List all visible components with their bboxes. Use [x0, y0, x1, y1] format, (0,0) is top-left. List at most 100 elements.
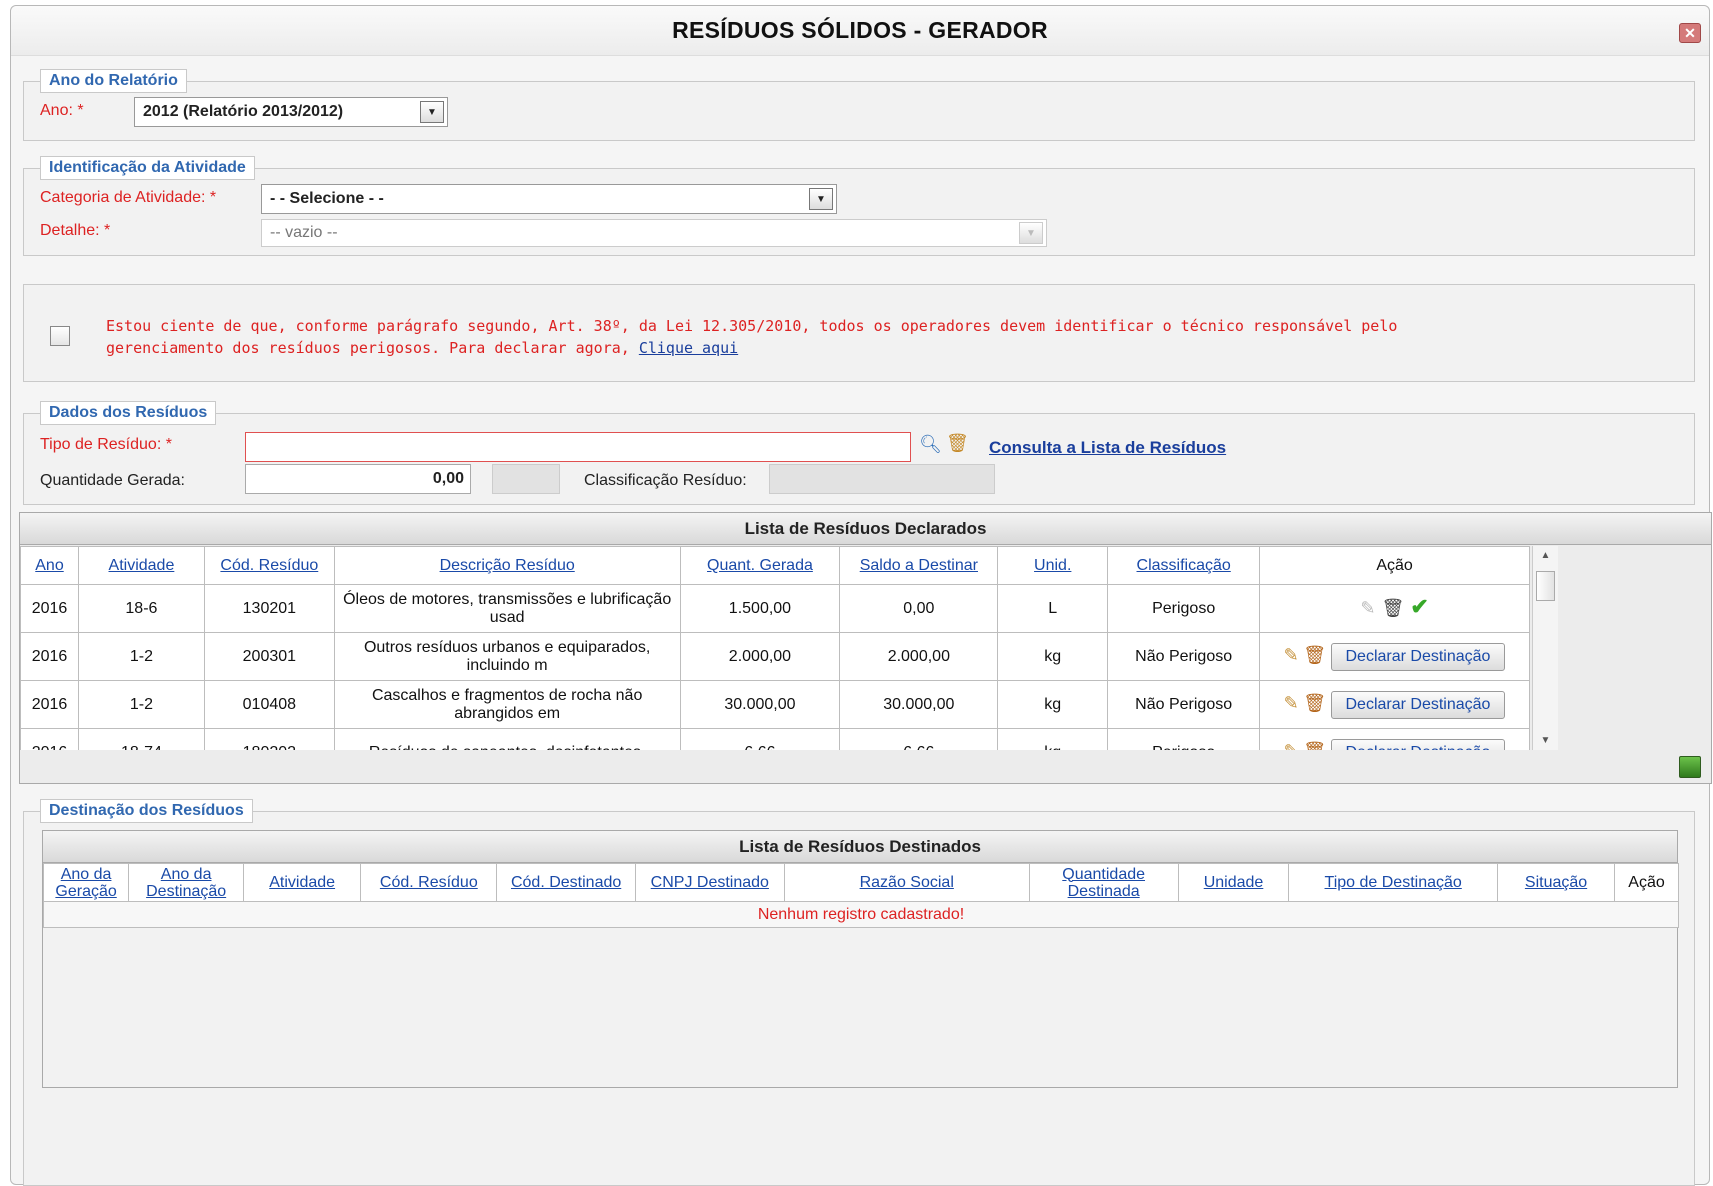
categoria-select-value: - - Selecione - -	[270, 190, 384, 207]
cell-ano: 2016	[20, 584, 79, 633]
destinados-title: Lista de Resíduos Destinados	[43, 831, 1677, 863]
dados-legend: Dados dos Resíduos	[40, 401, 217, 425]
empty-message: Nenhum registro cadastrado!	[43, 901, 1679, 928]
scroll-thumb[interactable]	[1536, 571, 1555, 601]
col-atividade[interactable]: Atividade	[77, 546, 205, 585]
cell-ano: 2016	[20, 728, 79, 750]
identificacao-section: Identificação da Atividade Categoria de …	[23, 156, 1695, 256]
detalhe-select-value: -- vazio --	[270, 224, 338, 241]
declarados-title: Lista de Resíduos Declarados	[20, 513, 1711, 545]
export-excel-icon[interactable]	[1679, 756, 1701, 778]
cell-atividade: 1-2	[77, 680, 205, 729]
cell-cod: 180202	[203, 728, 335, 750]
col-atividade[interactable]: Atividade	[243, 863, 362, 902]
col-situacao[interactable]: Situação	[1496, 863, 1616, 902]
dialog-window: RESÍDUOS SÓLIDOS - GERADOR ✕ Ano do Rela…	[10, 5, 1712, 1186]
cell-unid: kg	[997, 632, 1109, 681]
col-cnpj[interactable]: CNPJ Destinado	[634, 863, 785, 902]
col-cod-residuo[interactable]: Cód. Resíduo	[360, 863, 498, 902]
trash-icon[interactable]: 🗑︎	[1303, 645, 1326, 665]
table-row: 2016 1-2 200301 Outros resíduos urbanos …	[20, 632, 1530, 681]
col-tipo-destinacao[interactable]: Tipo de Destinação	[1288, 863, 1498, 902]
col-classificacao[interactable]: Classificação	[1107, 546, 1261, 585]
cell-saldo: 0,00	[839, 584, 999, 633]
col-ano[interactable]: Ano	[20, 546, 79, 585]
col-cod-destinado[interactable]: Cód. Destinado	[496, 863, 636, 902]
col-razao-social[interactable]: Razão Social	[783, 863, 1030, 902]
cell-unid: kg	[997, 680, 1109, 729]
cell-acao: ✎ 🗑︎ ✔	[1259, 584, 1530, 633]
quantidade-label: Quantidade Gerada:	[40, 472, 185, 489]
cell-acao: ✎ 🗑︎ Declarar Destinação	[1259, 632, 1530, 681]
aviso-checkbox[interactable]	[50, 326, 70, 346]
scroll-down-icon[interactable]: ▼	[1533, 735, 1558, 746]
trash-icon[interactable]: 🗑︎	[1303, 693, 1326, 713]
edit-icon[interactable]: ✎	[1284, 741, 1299, 751]
col-descricao[interactable]: Descrição Resíduo	[333, 546, 681, 585]
cell-quant: 6,66	[679, 728, 841, 750]
declarados-table: Ano Atividade Cód. Resíduo Descrição Res…	[20, 546, 1530, 750]
trash-icon[interactable]: 🗑︎	[1303, 741, 1326, 751]
cell-unid: L	[997, 584, 1109, 633]
cell-cod: 200301	[203, 632, 335, 681]
chevron-down-icon: ▼	[1019, 222, 1043, 244]
cell-classif: Não Perigoso	[1107, 632, 1261, 681]
edit-icon[interactable]: ✎	[1284, 693, 1299, 713]
scroll-up-icon[interactable]: ▲	[1533, 546, 1558, 561]
destinacao-legend: Destinação dos Resíduos	[40, 799, 253, 823]
col-saldo[interactable]: Saldo a Destinar	[839, 546, 999, 585]
cell-quant: 1.500,00	[679, 584, 841, 633]
ano-relatorio-section: Ano do Relatório Ano: * 2012 (Relatório …	[23, 69, 1695, 141]
cell-classif: Não Perigoso	[1107, 680, 1261, 729]
tipo-residuo-input[interactable]	[245, 432, 911, 462]
aviso-section: Estou ciente de que, conforme parágrafo …	[23, 284, 1695, 382]
col-ano-geracao[interactable]: Ano da Geração	[42, 863, 130, 902]
classificacao-label: Classificação Resíduo:	[584, 472, 747, 489]
table-row: 2016 18-6 130201 Óleos de motores, trans…	[20, 584, 1530, 633]
search-icon[interactable]: 🔍︎	[919, 434, 942, 455]
detalhe-label: Detalhe: *	[40, 222, 111, 239]
categoria-select[interactable]: - - Selecione - - ▼	[261, 184, 837, 214]
detalhe-select[interactable]: -- vazio -- ▼	[261, 219, 1047, 247]
window-title: RESÍDUOS SÓLIDOS - GERADOR	[672, 17, 1048, 43]
destinados-table: Ano da Geração Ano da Destinação Ativida…	[42, 863, 1679, 928]
cell-descricao: Outros resíduos urbanos e equiparados, i…	[333, 632, 681, 681]
col-ano-destinacao[interactable]: Ano da Destinação	[128, 863, 245, 902]
col-quantidade[interactable]: Quantidade Destinada	[1028, 863, 1179, 902]
unidade-display	[492, 464, 560, 494]
trash-icon[interactable]: 🗑︎	[1381, 598, 1404, 618]
col-unid[interactable]: Unid.	[997, 546, 1109, 585]
categoria-label: Categoria de Atividade: *	[40, 189, 217, 206]
col-quant-gerada[interactable]: Quant. Gerada	[679, 546, 841, 585]
ano-select[interactable]: 2012 (Relatório 2013/2012) ▼	[134, 97, 448, 127]
edit-icon[interactable]: ✎	[1284, 645, 1299, 665]
destinacao-section: Destinação dos Resíduos Lista de Resíduo…	[23, 799, 1695, 1186]
quantidade-input[interactable]: 0,00	[245, 464, 471, 494]
clique-aqui-link[interactable]: Clique aqui	[639, 339, 738, 357]
declarar-destinacao-button[interactable]: Declarar Destinação	[1330, 690, 1506, 719]
cell-saldo: 30.000,00	[839, 680, 999, 729]
cell-ano: 2016	[20, 632, 79, 681]
col-unidade[interactable]: Unidade	[1177, 863, 1290, 902]
title-bar: RESÍDUOS SÓLIDOS - GERADOR ✕	[11, 6, 1709, 56]
declarar-destinacao-button[interactable]: Declarar Destinação	[1330, 642, 1506, 671]
cell-classif: Perigoso	[1107, 728, 1261, 750]
consulta-lista-link[interactable]: Consulta a Lista de Resíduos	[989, 438, 1226, 458]
declarados-scrollbar[interactable]: ▲ ▼	[1532, 546, 1558, 750]
col-cod-residuo[interactable]: Cód. Resíduo	[203, 546, 335, 585]
cell-quant: 2.000,00	[679, 632, 841, 681]
close-icon[interactable]: ✕	[1679, 23, 1701, 43]
declarar-destinacao-button[interactable]: Declarar Destinação	[1330, 738, 1506, 750]
ano-select-value: 2012 (Relatório 2013/2012)	[143, 103, 344, 120]
cell-atividade: 1-2	[77, 632, 205, 681]
col-acao: Ação	[1259, 546, 1530, 585]
trash-icon[interactable]: 🗑︎	[946, 433, 969, 454]
cell-saldo: 2.000,00	[839, 632, 999, 681]
check-icon: ✔	[1410, 594, 1429, 619]
cell-acao: ✎ 🗑︎ Declarar Destinação	[1259, 728, 1530, 751]
cell-cod: 130201	[203, 584, 335, 633]
aviso-text: Estou ciente de que, conforme parágrafo …	[106, 317, 1398, 357]
cell-atividade: 18-6	[77, 584, 205, 633]
table-row: 2016 1-2 010408 Cascalhos e fragmentos d…	[20, 680, 1530, 729]
classificacao-display	[769, 464, 995, 494]
